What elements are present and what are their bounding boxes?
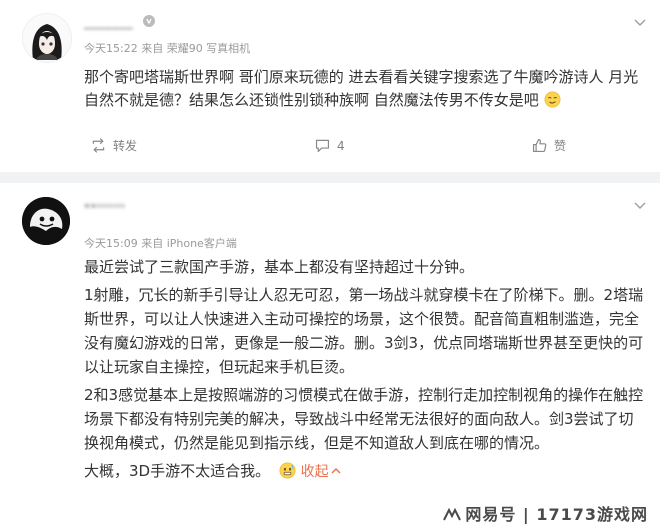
- avatar-anime-girl-icon: [23, 14, 71, 62]
- awkward-emoji-icon: [279, 462, 296, 479]
- section-divider: [0, 172, 660, 183]
- paragraph: 1射雕，冗长的新手引导让人忍无可忍，第一场战斗就穿模卡在了阶梯下。删。2塔瑞斯世…: [84, 286, 644, 376]
- watermark: 网易号 | 17173游戏网: [443, 501, 648, 525]
- chevron-down-icon[interactable]: [632, 14, 648, 30]
- like-button[interactable]: 赞: [531, 137, 566, 154]
- user-avatar[interactable]: [22, 13, 72, 63]
- comment-card-2: ""''''''' 今天15:09 来自 iPhone客户端 最近尝试了三款国产…: [0, 183, 660, 531]
- comment-body: 那个寄吧塔瑞斯世界啊 哥们原来玩德的 进去看看关键字搜索选了牛魔吟游诗人 月光自…: [84, 68, 639, 109]
- username[interactable]: _______: [84, 15, 155, 30]
- user-avatar[interactable]: [22, 197, 70, 245]
- collapse-link[interactable]: 收起: [301, 464, 341, 480]
- comment-body: 最近尝试了三款国产手游，基本上都没有坚持超过十分钟。 1射雕，冗长的新手引导让人…: [84, 255, 644, 484]
- verified-badge-icon: [142, 15, 155, 27]
- smirk-emoji-icon: [544, 91, 561, 108]
- comment-bubble-icon: [315, 139, 330, 153]
- comment-button[interactable]: 4: [314, 137, 345, 154]
- paragraph: 2和3感觉基本上是按照端游的习惯模式在做手游，控制行走加控制视角的操作在触控场景…: [84, 386, 644, 452]
- avatar-ink-creature-icon: [22, 197, 70, 245]
- chevron-up-icon: [331, 467, 341, 474]
- thumbs-up-icon: [532, 138, 547, 153]
- comment-card-1: _______ 今天15:22 来自 荣耀90 写真相机 那个寄吧塔瑞斯世界啊 …: [0, 0, 660, 172]
- comment-meta: 今天15:09 来自 iPhone客户端: [84, 237, 237, 250]
- comment-meta: 今天15:22 来自 荣耀90 写真相机: [84, 42, 251, 55]
- repost-button[interactable]: 转发: [90, 137, 137, 154]
- last-line: 大概，3D手游不太适合我。 收起: [84, 459, 644, 484]
- repost-icon: [92, 138, 105, 153]
- chevron-down-icon[interactable]: [632, 197, 648, 213]
- paragraph: 最近尝试了三款国产手游，基本上都没有坚持超过十分钟。: [84, 258, 475, 276]
- netease-logo-icon: [443, 508, 462, 521]
- username[interactable]: ""''''''': [84, 203, 125, 218]
